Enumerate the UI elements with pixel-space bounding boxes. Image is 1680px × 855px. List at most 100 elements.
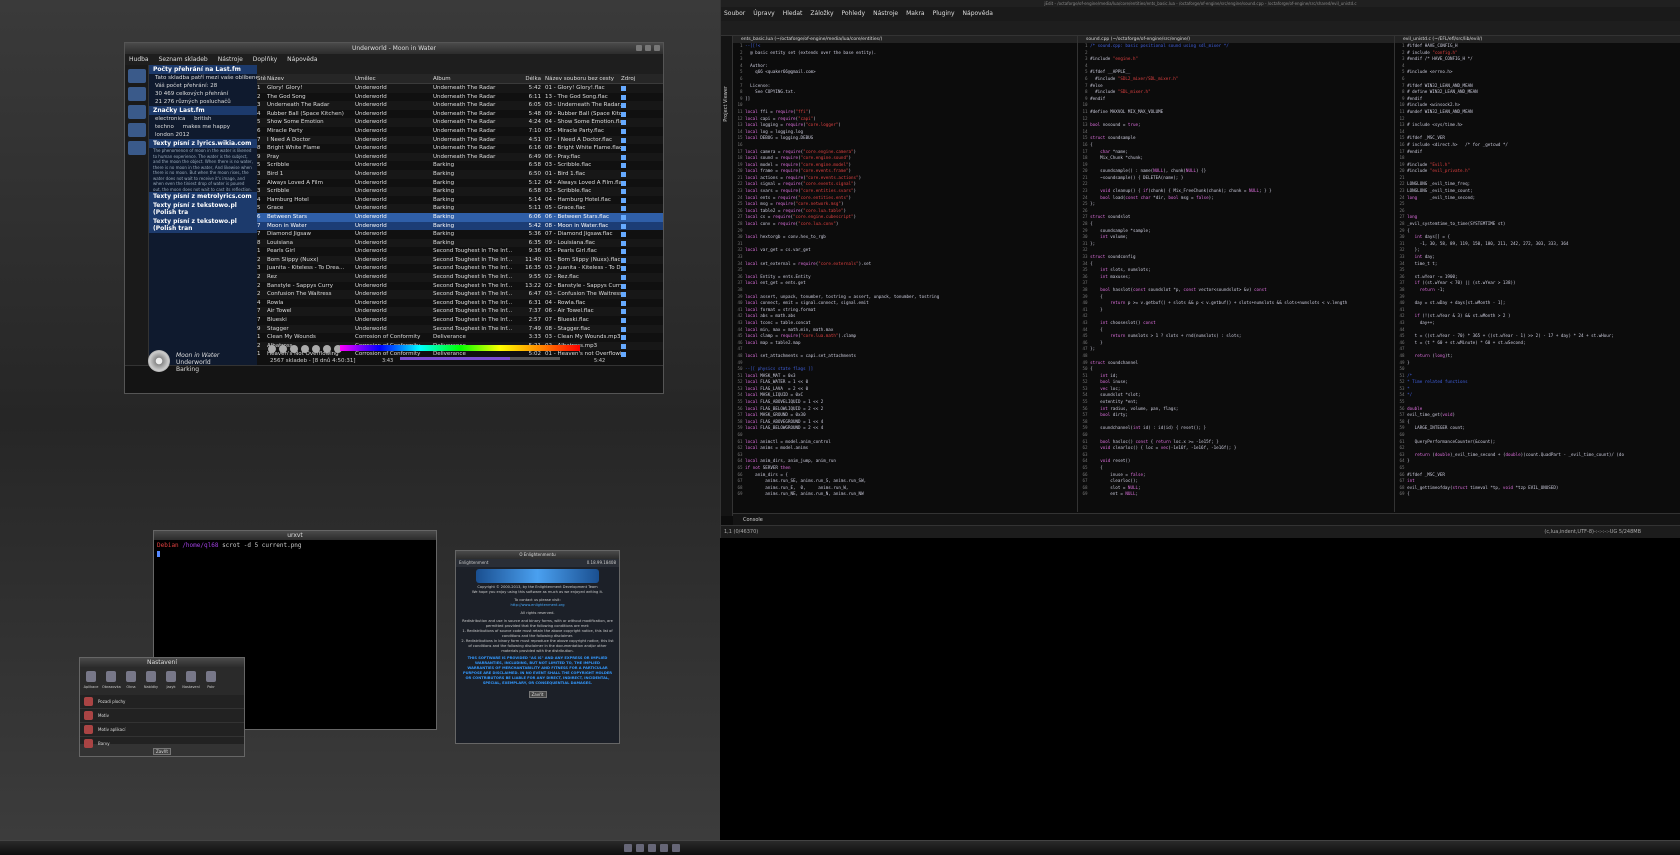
tray-clock-icon[interactable] (672, 844, 680, 852)
tab-okna[interactable]: Okna (122, 669, 140, 693)
ed-menu-hledat[interactable]: Hledat (783, 7, 803, 21)
close-icon[interactable] (654, 45, 660, 51)
tab-nastaveni[interactable]: Nastavení (182, 669, 200, 693)
menu-hudba[interactable]: Hudba (129, 54, 149, 65)
terminal-titlebar[interactable]: urxvt (154, 531, 436, 540)
editor-pane-cpp[interactable]: sound.cpp (~/octaforge/of-engine/src/eng… (1078, 36, 1395, 512)
ed-menu-pluginy[interactable]: Pluginy (933, 7, 955, 21)
lyrics2-heading[interactable]: Texty písní z metrolyrics.com (149, 192, 257, 201)
ed-menu-pohledy[interactable]: Pohledy (842, 7, 866, 21)
minimize-icon[interactable] (636, 45, 642, 51)
editor-pane-lua[interactable]: ents_basic.lua (~/octaforge/of-engine/me… (733, 36, 1078, 512)
settings-item-theme[interactable]: Motiv (80, 709, 244, 723)
ed-menu-nastroje[interactable]: Nástroje (873, 7, 898, 21)
table-row[interactable]: 4 Rubber Ball (Space Kitchen) Underworld Un… (257, 110, 663, 119)
table-row[interactable]: 8 Bright White Flame Underworld Underneath … (257, 144, 663, 153)
table-row[interactable]: 7 Air Towel Underworld Second Toughest In T… (257, 307, 663, 317)
love-icon[interactable] (323, 345, 331, 353)
col-album[interactable]: Album (433, 74, 521, 83)
prev-icon[interactable] (268, 345, 276, 353)
table-row[interactable]: 5 Scribble Underworld Barking 6:58 03 - Scrib… (257, 161, 663, 170)
settings-titlebar[interactable]: Nastavení (80, 658, 244, 667)
col-artist[interactable]: Umělec (355, 74, 433, 83)
tags-heading[interactable]: Značky Last.fm (149, 106, 257, 115)
table-row[interactable]: 3 Scribble Underworld Barking 6:58 03 - Scrib… (257, 187, 663, 196)
code-c[interactable]: 1 #ifdef HAVE_CONFIG_H 2 # include "conf… (1395, 43, 1680, 498)
table-row[interactable]: 9 Stagger Underworld Second Toughest In The… (257, 324, 663, 334)
table-row[interactable]: 2 Confusion The Waitress Underworld Second … (257, 290, 663, 299)
code-lua[interactable]: 1 --[[!< 2 @ basic entity set (extends o… (733, 43, 1077, 498)
table-row[interactable]: 3 Underneath The Radar Underworld Underneat… (257, 101, 663, 110)
pane-tab-cpp[interactable]: sound.cpp (~/octaforge/of-engine/src/eng… (1078, 36, 1394, 43)
tab-aplikace[interactable]: Aplikace (82, 669, 100, 693)
lyrics-heading[interactable]: Texty písní z lyrics.wikia.com (149, 139, 257, 148)
stop-icon[interactable] (301, 345, 309, 353)
about-close-button[interactable]: Zavřít (528, 691, 547, 698)
table-row[interactable]: 9 Pray Underworld Underneath The Radar 6:49 0… (257, 152, 663, 162)
settings-item-colors[interactable]: Barvy (80, 737, 244, 748)
table-row[interactable]: 4 Hamburg Hotel Underworld Barking 5:14 04 - … (257, 196, 663, 205)
tray-network-icon[interactable] (624, 844, 632, 852)
col-track[interactable]: Stě (257, 74, 267, 83)
table-row[interactable]: 7 Moon in Water Underworld Barking 5:42 08 - … (257, 221, 663, 231)
table-row[interactable]: 5 Show Some Emotion Underworld Underneath T… (257, 118, 663, 127)
lyrics4-heading[interactable]: Texty písní z tekstowo.pl (Polish tran (149, 217, 257, 233)
table-row[interactable]: 6 Miracle Party Underworld Underneath The R… (257, 127, 663, 136)
table-row[interactable]: 8 Louisiana Underworld Barking 6:35 09 - Loui… (257, 238, 663, 248)
col-filename[interactable]: Název souboru bez cesty (541, 74, 621, 83)
menu-seznam[interactable]: Seznam skladeb (159, 54, 208, 65)
menu-napoveda[interactable]: Nápověda (287, 54, 317, 65)
table-row[interactable]: 1 Glory! Glory! Underworld Underneath The R… (257, 84, 663, 93)
music-titlebar[interactable]: Underworld - Moon in Water (125, 43, 663, 54)
ed-menu-upravy[interactable]: Úpravy (753, 7, 774, 21)
ed-menu-zalozky[interactable]: Záložky (810, 7, 833, 21)
editor-title[interactable]: jEdit - /octaforge/of-engine/media/lua/c… (721, 0, 1680, 7)
pane-tab-c[interactable]: evil_unistd.c (~/EFL/efl/src/lib/evil/) (1395, 36, 1680, 43)
table-row[interactable]: 1 Clean My Wounds Corrosion of Conformity D… (257, 333, 663, 342)
table-row[interactable]: 2 Banstyle - Sappys Curry Underworld Second… (257, 282, 663, 291)
col-length[interactable]: Délka (521, 74, 541, 83)
table-row[interactable]: 2 The God Song Underworld Underneath The Ra… (257, 93, 663, 102)
tab-pokr[interactable]: Pokr (202, 669, 220, 693)
editor-pane-c[interactable]: evil_unistd.c (~/EFL/efl/src/lib/evil/) … (1395, 36, 1680, 512)
settings-item-app-theme[interactable]: Motiv aplikací (80, 723, 244, 737)
tab-jazyk[interactable]: Jazyk (162, 669, 180, 693)
ed-menu-makra[interactable]: Makra (906, 7, 924, 21)
col-source[interactable]: Zdroj (621, 74, 635, 83)
play-icon[interactable] (279, 345, 287, 353)
table-row[interactable]: 1 Pearls Girl Underworld Second Toughest In… (257, 247, 663, 256)
console-tab[interactable]: Console (733, 513, 1680, 525)
table-row[interactable]: 3 Juanita - Kiteless - To Drea... Underwor… (257, 264, 663, 273)
ed-menu-napoveda[interactable]: Nápověda (963, 7, 993, 21)
menu-nastroje[interactable]: Nástroje (218, 54, 243, 65)
table-row[interactable]: 3 Bird 1 Underworld Barking 6:50 01 - Bird 1.… (257, 169, 663, 179)
code-cpp[interactable]: 1 /* sound.cpp: basic positional sound u… (1078, 43, 1394, 498)
tray-volume-icon[interactable] (636, 844, 644, 852)
table-row[interactable]: 2 Always Loved A Film Underworld Barking 5:1… (257, 179, 663, 188)
tag-item[interactable]: techno makes me happy (149, 123, 257, 131)
tray-flag-icon[interactable] (660, 844, 668, 852)
settings-item-wallpaper[interactable]: Pozadí plochy (80, 695, 244, 709)
next-icon[interactable] (312, 345, 320, 353)
tab-obrazovka[interactable]: Obrazovka (102, 669, 121, 693)
ed-menu-soubor[interactable]: Soubor (724, 7, 745, 21)
pause-icon[interactable] (290, 345, 298, 353)
table-row[interactable]: 6 Between Stars Underworld Barking 6:06 06 - … (257, 212, 663, 222)
sidebar-device-icon[interactable] (127, 141, 146, 155)
table-row[interactable]: 7 I Need A Doctor Underworld Underneath The… (257, 135, 663, 145)
settings-close-button[interactable]: Zavřít (153, 748, 171, 755)
maximize-icon[interactable] (645, 45, 651, 51)
tag-item[interactable]: electronica british (149, 115, 257, 123)
about-titlebar[interactable]: O Enlightenmentu (456, 551, 619, 559)
about-link[interactable]: http://www.enlightenment.org (456, 603, 619, 608)
table-row[interactable]: 2 Rez Underworld Second Toughest In The Inf… (257, 273, 663, 282)
table-row[interactable]: 4 Rowla Underworld Second Toughest In The I… (257, 299, 663, 308)
tab-nabidky[interactable]: Nabídky (142, 669, 160, 693)
lastfm-heading[interactable]: Počty přehrání na Last.fm (149, 65, 257, 74)
table-row[interactable]: 7 Diamond Jigsaw Underworld Barking 5:36 07 -… (257, 230, 663, 239)
table-row[interactable]: 5 Grace Underworld Barking 5:11 05 - Grace.fl… (257, 204, 663, 213)
tray-battery-icon[interactable] (648, 844, 656, 852)
tag-item[interactable]: london 2012 (149, 131, 257, 139)
sidebar-files-icon[interactable] (127, 105, 146, 119)
lyrics3-heading[interactable]: Texty písní z tekstowo.pl (Polish tra (149, 201, 257, 217)
